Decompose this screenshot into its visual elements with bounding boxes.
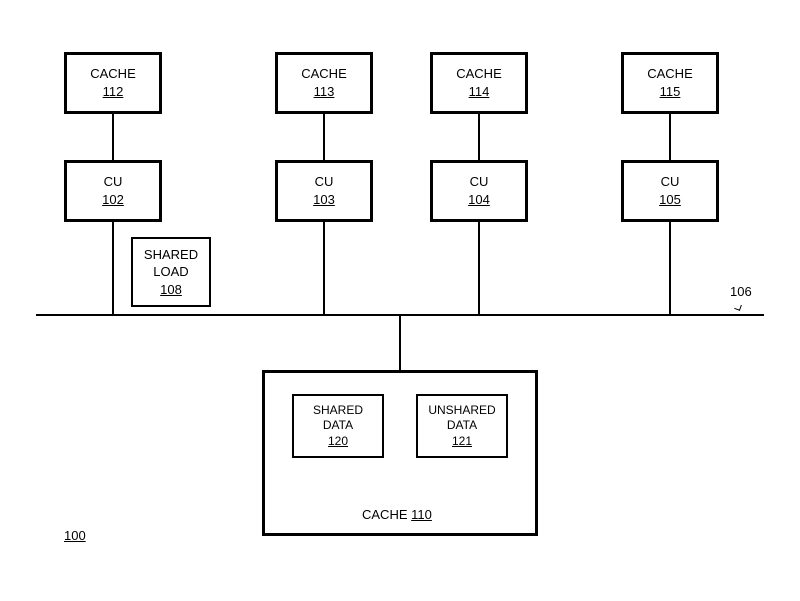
cache-115-box: CACHE 115: [621, 52, 719, 114]
cache-113-label: CACHE: [301, 65, 347, 83]
connector-cache115-cu105: [669, 114, 671, 160]
cu-102-label: CU: [104, 173, 123, 191]
cu-103-num: 103: [313, 191, 335, 209]
cache-115-num: 115: [660, 83, 681, 101]
cache-114-box: CACHE 114: [430, 52, 528, 114]
cache-112-num: 112: [103, 83, 124, 101]
cache-110-label: CACHE: [362, 507, 408, 522]
connector-cache114-cu104: [478, 114, 480, 160]
cu-105-box: CU 105: [621, 160, 719, 222]
shared-load-line1: SHARED: [144, 246, 198, 264]
cache-110-label-row: CACHE 110: [362, 507, 432, 522]
cu-103-label: CU: [315, 173, 334, 191]
shared-data-box: SHARED DATA 120: [292, 394, 384, 458]
connector-cu104-bus: [478, 222, 480, 314]
connector-cu102-bus: [112, 222, 114, 314]
shared-data-line2: DATA: [323, 418, 353, 434]
connector-cu105-bus: [669, 222, 671, 314]
cu-104-box: CU 104: [430, 160, 528, 222]
cu-102-num: 102: [102, 191, 124, 209]
figure-number: 100: [64, 528, 86, 543]
diagram-canvas: CACHE 112 CACHE 113 CACHE 114 CACHE 115 …: [0, 0, 800, 601]
connector-cache113-cu103: [323, 114, 325, 160]
cache-112-label: CACHE: [90, 65, 136, 83]
shared-load-line2: LOAD: [153, 263, 188, 281]
cache-114-num: 114: [469, 83, 490, 101]
bus-label-tick: [734, 303, 742, 311]
unshared-data-num: 121: [452, 434, 472, 450]
cu-104-num: 104: [468, 191, 490, 209]
cache-114-label: CACHE: [456, 65, 502, 83]
shared-load-box: SHARED LOAD 108: [131, 237, 211, 307]
cache-112-box: CACHE 112: [64, 52, 162, 114]
cu-105-label: CU: [661, 173, 680, 191]
unshared-data-line2: DATA: [447, 418, 477, 434]
cache-115-label: CACHE: [647, 65, 693, 83]
unshared-data-line1: UNSHARED: [428, 403, 495, 419]
shared-data-line1: SHARED: [313, 403, 363, 419]
cu-103-box: CU 103: [275, 160, 373, 222]
cache-110-num: 110: [411, 507, 432, 522]
shared-data-num: 120: [328, 434, 348, 450]
cache-113-num: 113: [314, 83, 335, 101]
connector-cache112-cu102: [112, 114, 114, 160]
cu-102-box: CU 102: [64, 160, 162, 222]
cu-105-num: 105: [659, 191, 681, 209]
cu-104-label: CU: [470, 173, 489, 191]
unshared-data-box: UNSHARED DATA 121: [416, 394, 508, 458]
shared-load-num: 108: [160, 281, 182, 299]
bus-label-106: 106: [730, 284, 752, 299]
connector-cu103-bus: [323, 222, 325, 314]
connector-bus-cache110: [399, 316, 401, 370]
cache-113-box: CACHE 113: [275, 52, 373, 114]
